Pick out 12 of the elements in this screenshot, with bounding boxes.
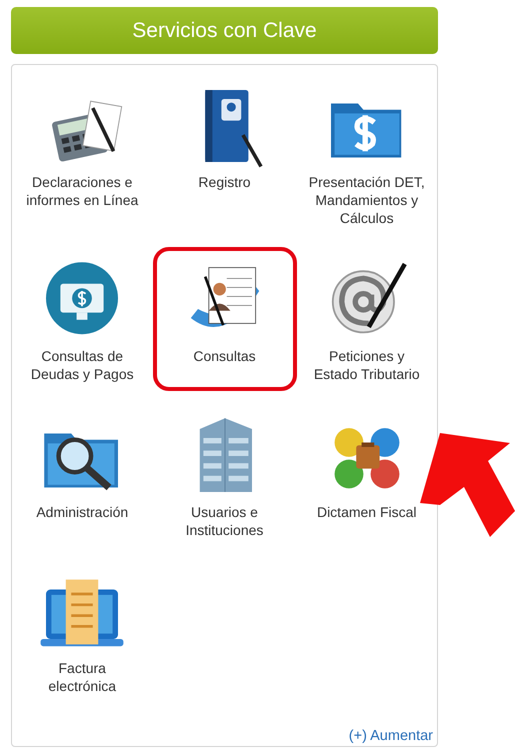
service-item[interactable]: Usuarios e Instituciones xyxy=(174,403,276,547)
service-item[interactable]: Declaraciones e informes en Línea xyxy=(20,73,144,235)
more-link[interactable]: (+) Aumentar xyxy=(348,728,433,744)
service-item[interactable]: Consultas xyxy=(152,247,296,391)
service-item[interactable]: Factura electrónica xyxy=(31,559,134,703)
service-item[interactable]: Peticiones y Estado Tributario xyxy=(308,247,426,391)
header-title: Servicios con Clave xyxy=(11,7,438,54)
service-item[interactable]: Dictamen Fiscal xyxy=(310,403,423,547)
service-item[interactable]: Registro xyxy=(174,73,276,235)
service-item[interactable]: Presentación DET, Mandamientos y Cálculos xyxy=(302,73,431,235)
service-item[interactable]: Administración xyxy=(30,403,134,547)
service-item[interactable]: Consultas de Deudas y Pagos xyxy=(24,247,140,391)
